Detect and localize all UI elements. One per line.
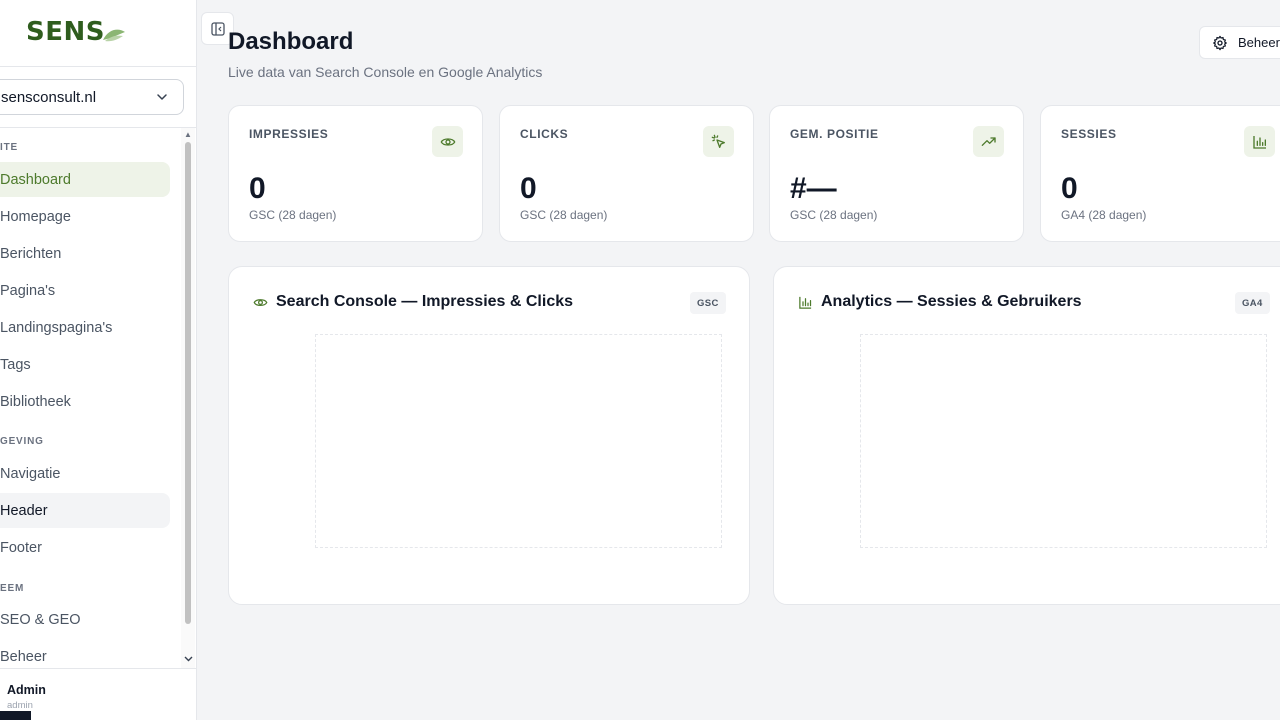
nav-section-label: ITE — [0, 142, 18, 153]
chevron-down-icon — [157, 94, 167, 100]
sidebar-item-dashboard[interactable]: Dashboard — [0, 162, 170, 197]
divider — [0, 668, 196, 669]
nav-section-label: EEM — [0, 583, 25, 594]
sidebar-item-header[interactable]: Header — [0, 493, 170, 528]
kpi-label: CLICKS — [520, 127, 569, 141]
trending-up-icon — [973, 126, 1004, 157]
kpi-source: GSC (28 dagen) — [249, 208, 337, 222]
kpi-label: GEM. POSITIE — [790, 127, 879, 141]
manage-button[interactable]: Beheer — [1199, 26, 1280, 59]
page-title: Dashboard — [228, 28, 354, 55]
kpi-card-clicks: CLICKS 0 GSC (28 dagen) — [499, 105, 754, 242]
sidebar-item-homepage[interactable]: Homepage — [0, 199, 170, 234]
sidebar-item-bibliotheek[interactable]: Bibliotheek — [0, 384, 170, 419]
pointer-click-icon — [703, 126, 734, 157]
kpi-value: #— — [790, 172, 837, 205]
scroll-up-icon[interactable]: ▲ — [184, 130, 192, 139]
sidebar-item-beheer[interactable]: Beheer — [0, 639, 170, 668]
kpi-label: IMPRESSIES — [249, 127, 329, 141]
avatar[interactable] — [0, 711, 31, 720]
user-role: admin — [7, 700, 33, 711]
chart-title: Search Console — Impressies & Clicks — [276, 293, 574, 310]
source-badge: GSC — [690, 292, 726, 314]
sidebar-item-landingspaginas[interactable]: Landingspagina's — [0, 310, 170, 345]
kpi-card-positie: GEM. POSITIE #— GSC (28 dagen) — [769, 105, 1024, 242]
site-select-value: sensconsult.nl — [1, 88, 97, 106]
kpi-card-sessies: SESSIES 0 GA4 (28 dagen) — [1040, 105, 1280, 242]
user-name: Admin — [7, 683, 46, 697]
divider — [0, 66, 196, 67]
sidebar-item-footer[interactable]: Footer — [0, 530, 170, 565]
sidebar-item-paginas[interactable]: Pagina's — [0, 273, 170, 308]
sidebar-item-tags[interactable]: Tags — [0, 347, 170, 382]
brand-logo[interactable]: SENS — [26, 16, 127, 48]
sidebar-item-seo-geo[interactable]: SEO & GEO — [0, 602, 170, 637]
sidebar-nav: ITE Dashboard Homepage Berichten Pagina'… — [0, 128, 181, 668]
kpi-value: 0 — [520, 172, 537, 205]
chart-card-search-console: Search Console — Impressies & Clicks GSC — [228, 266, 750, 605]
kpi-source: GSC (28 dagen) — [520, 208, 608, 222]
chart-plot-area — [860, 334, 1267, 548]
logo-text: SENS — [26, 17, 105, 47]
sidebar-item-berichten[interactable]: Berichten — [0, 236, 170, 271]
sidebar: SENS sensconsult.nl ITE Dashboard Homepa… — [0, 0, 197, 720]
scroll-down-icon[interactable] — [184, 654, 193, 663]
kpi-label: SESSIES — [1061, 127, 1117, 141]
chart-header: Search Console — Impressies & Clicks — [253, 293, 573, 311]
bar-chart-icon — [799, 296, 812, 309]
chart-title: Analytics — Sessies & Gebruikers — [821, 293, 1082, 310]
sidebar-item-navigatie[interactable]: Navigatie — [0, 456, 170, 491]
source-badge: GA4 — [1235, 292, 1270, 314]
page-subtitle: Live data van Search Console en Google A… — [228, 64, 543, 80]
eye-icon — [253, 298, 268, 306]
scroll-thumb[interactable] — [185, 142, 191, 624]
kpi-value: 0 — [1061, 172, 1078, 205]
sidebar-scrollbar[interactable]: ▲ — [181, 128, 195, 668]
bar-chart-icon — [1244, 126, 1275, 157]
chart-card-analytics: Analytics — Sessies & Gebruikers GA4 — [773, 266, 1280, 605]
chart-plot-area — [315, 334, 722, 548]
kpi-source: GA4 (28 dagen) — [1061, 208, 1147, 222]
chart-header: Analytics — Sessies & Gebruikers — [798, 293, 1082, 311]
leaf-icon — [102, 29, 125, 42]
manage-button-label: Beheer — [1238, 35, 1280, 50]
panel-left-icon — [210, 21, 225, 36]
kpi-value: 0 — [249, 172, 266, 205]
nav-section-label: GEVING — [0, 436, 44, 447]
gear-icon — [1213, 35, 1227, 50]
site-select[interactable]: sensconsult.nl — [0, 79, 184, 115]
kpi-card-impressies: IMPRESSIES 0 GSC (28 dagen) — [228, 105, 483, 242]
kpi-source: GSC (28 dagen) — [790, 208, 878, 222]
eye-icon — [432, 126, 463, 157]
